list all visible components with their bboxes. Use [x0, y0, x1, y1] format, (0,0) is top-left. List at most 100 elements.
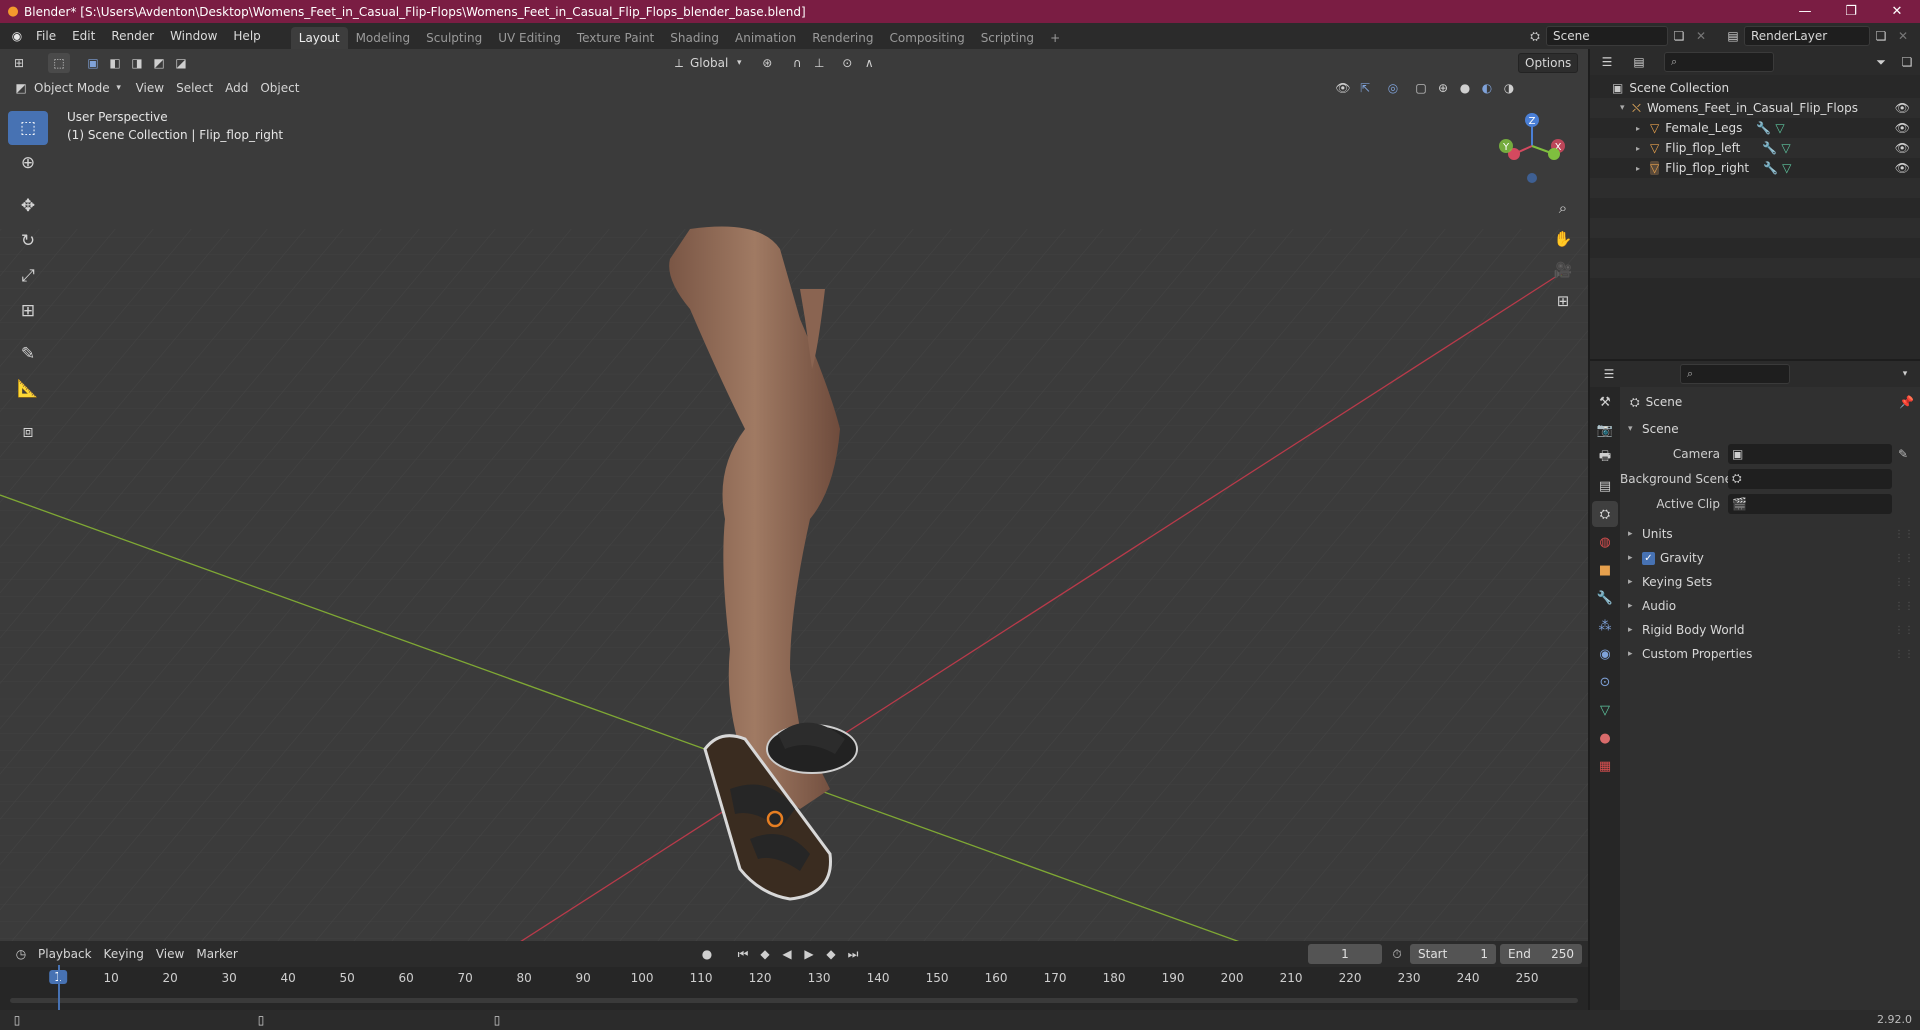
- clock-icon[interactable]: ⏱: [1386, 944, 1408, 964]
- material-shading-icon[interactable]: ◐: [1476, 78, 1498, 98]
- select-mode-invert-icon[interactable]: ◩: [148, 53, 170, 73]
- eyedropper-icon[interactable]: ✎: [1898, 447, 1908, 461]
- rendered-shading-icon[interactable]: ◑: [1498, 78, 1520, 98]
- timeline-scrollbar[interactable]: [10, 998, 1578, 1003]
- menu-object[interactable]: Object: [254, 78, 305, 98]
- prev-keyframe-icon[interactable]: ◆: [754, 944, 776, 964]
- audio-panel-header[interactable]: ▸ Audio ⋮⋮: [1620, 594, 1920, 618]
- mesh-data-icon[interactable]: ▽: [1775, 121, 1784, 135]
- pivot-point-icon[interactable]: ⊛: [756, 53, 778, 73]
- properties-editor-icon[interactable]: ☰: [1598, 364, 1620, 384]
- falloff-icon[interactable]: ∧: [858, 53, 880, 73]
- menu-help[interactable]: Help: [225, 23, 268, 49]
- add-cube-tool-icon[interactable]: ⧈: [8, 415, 48, 449]
- editor-type-icon[interactable]: ⊞: [8, 53, 30, 73]
- timeline-track[interactable]: [0, 965, 1588, 1011]
- eye-icon[interactable]: 👁: [1895, 141, 1910, 155]
- tab-scripting[interactable]: Scripting: [973, 27, 1042, 49]
- render-layer-field[interactable]: RenderLayer: [1744, 26, 1870, 46]
- tab-animation[interactable]: Animation: [727, 27, 804, 49]
- drag-grip-icon[interactable]: ⋮⋮: [1894, 601, 1914, 612]
- next-keyframe-icon[interactable]: ◆: [820, 944, 842, 964]
- start-frame-field[interactable]: Start 1: [1410, 944, 1496, 964]
- perspective-toggle-icon[interactable]: ⊞: [1550, 288, 1576, 314]
- tab-sculpting[interactable]: Sculpting: [418, 27, 490, 49]
- measure-tool-icon[interactable]: 📐: [8, 372, 48, 406]
- record-icon[interactable]: ●: [696, 944, 718, 964]
- zoom-icon[interactable]: ⌕: [1550, 195, 1576, 221]
- menu-render[interactable]: Render: [103, 23, 162, 49]
- view-layer-tab-icon[interactable]: ▤: [1592, 473, 1618, 499]
- tab-rendering[interactable]: Rendering: [804, 27, 881, 49]
- pin-icon[interactable]: 📌: [1899, 395, 1914, 409]
- outliner-row-female-legs[interactable]: ▸ ▽ Female_Legs 🔧 ▽ 👁: [1590, 118, 1920, 138]
- menu-select[interactable]: Select: [170, 78, 219, 98]
- menu-file[interactable]: File: [28, 23, 64, 49]
- timeline-ruler[interactable]: 1102030405060708090100110120130140150160…: [0, 967, 1588, 991]
- drag-grip-icon[interactable]: ⋮⋮: [1894, 649, 1914, 660]
- tab-uv-editing[interactable]: UV Editing: [490, 27, 569, 49]
- select-tool-icon[interactable]: ⬚: [48, 53, 70, 73]
- modifier-tab-icon[interactable]: 🔧: [1592, 585, 1618, 611]
- scale-tool-icon[interactable]: ⤢: [8, 259, 48, 293]
- select-mode-subtract-icon[interactable]: ◨: [126, 53, 148, 73]
- menu-edit[interactable]: Edit: [64, 23, 103, 49]
- maximize-button[interactable]: ❐: [1828, 0, 1874, 23]
- navigation-gizmo[interactable]: Z Y X: [1496, 108, 1568, 188]
- mesh-data-icon[interactable]: ▽: [1782, 161, 1791, 175]
- transform-tool-icon[interactable]: ⊞: [8, 294, 48, 328]
- modifier-wrench-icon[interactable]: 🔧: [1763, 161, 1778, 175]
- delete-scene-icon[interactable]: ✕: [1690, 26, 1712, 46]
- menu-add[interactable]: Add: [219, 78, 254, 98]
- tab-texture-paint[interactable]: Texture Paint: [569, 27, 662, 49]
- select-mode-extend-icon[interactable]: ◧: [104, 53, 126, 73]
- proportional-edit-icon[interactable]: ⊙: [836, 53, 858, 73]
- end-frame-field[interactable]: End 250: [1500, 944, 1582, 964]
- gravity-panel-header[interactable]: ▸ ✓ Gravity ⋮⋮: [1620, 546, 1920, 570]
- scene-tab-icon[interactable]: ⛭: [1592, 501, 1618, 527]
- expand-arrow-icon[interactable]: ▸: [1636, 144, 1650, 153]
- camera-view-icon[interactable]: 🎥: [1550, 257, 1576, 283]
- solid-shading-icon[interactable]: ●: [1454, 78, 1476, 98]
- outliner-search-input[interactable]: ⌕: [1664, 52, 1774, 72]
- cursor-tool-icon[interactable]: ⊕: [8, 146, 48, 180]
- minimize-button[interactable]: —: [1782, 0, 1828, 23]
- expand-arrow-icon[interactable]: ▾: [1620, 103, 1632, 113]
- object-tab-icon[interactable]: ■: [1592, 557, 1618, 583]
- timeline-editor-icon[interactable]: ◷: [10, 944, 32, 964]
- xray-toggle-icon[interactable]: ▢: [1410, 78, 1432, 98]
- render-tab-icon[interactable]: 📷: [1592, 417, 1618, 443]
- tab-modeling[interactable]: Modeling: [348, 27, 419, 49]
- drag-grip-icon[interactable]: ⋮⋮: [1894, 577, 1914, 588]
- jump-start-icon[interactable]: ⏮: [732, 944, 754, 964]
- snap-icon[interactable]: ∩: [786, 53, 808, 73]
- properties-search-input[interactable]: ⌕: [1680, 364, 1790, 384]
- drag-grip-icon[interactable]: ⋮⋮: [1894, 529, 1914, 540]
- playhead[interactable]: [58, 965, 60, 1011]
- menu-playback[interactable]: Playback: [32, 944, 98, 964]
- new-scene-icon[interactable]: ❏: [1668, 26, 1690, 46]
- scene-name-field[interactable]: Scene: [1546, 26, 1668, 46]
- pan-hand-icon[interactable]: ✋: [1550, 226, 1576, 252]
- menu-marker[interactable]: Marker: [190, 944, 243, 964]
- expand-arrow-icon[interactable]: ▸: [1636, 124, 1650, 133]
- wireframe-shading-icon[interactable]: ⊕: [1432, 78, 1454, 98]
- physics-tab-icon[interactable]: ◉: [1592, 641, 1618, 667]
- material-tab-icon[interactable]: ●: [1592, 725, 1618, 751]
- play-icon[interactable]: ▶: [798, 944, 820, 964]
- keying-sets-panel-header[interactable]: ▸ Keying Sets ⋮⋮: [1620, 570, 1920, 594]
- add-workspace-button[interactable]: +: [1042, 27, 1068, 49]
- outliner-row-flip-flop-left[interactable]: ▸ ▽ Flip_flop_left 🔧 ▽ 👁: [1590, 138, 1920, 158]
- rigid-body-world-panel-header[interactable]: ▸ Rigid Body World ⋮⋮: [1620, 618, 1920, 642]
- new-collection-icon[interactable]: ❏: [1896, 52, 1918, 72]
- modifier-wrench-icon[interactable]: 🔧: [1756, 121, 1771, 135]
- scene-icon[interactable]: ⛭: [1524, 26, 1546, 46]
- particles-tab-icon[interactable]: ⁂: [1592, 613, 1618, 639]
- gravity-checkbox[interactable]: ✓: [1642, 551, 1655, 565]
- modifier-wrench-icon[interactable]: 🔧: [1762, 141, 1777, 155]
- filter-icon[interactable]: ⏷: [1870, 52, 1892, 72]
- mode-dropdown[interactable]: Object Mode: [32, 78, 116, 98]
- outliner-editor-icon[interactable]: ☰: [1596, 52, 1618, 72]
- rotate-tool-icon[interactable]: ↻: [8, 224, 48, 258]
- delete-layer-icon[interactable]: ✕: [1892, 26, 1914, 46]
